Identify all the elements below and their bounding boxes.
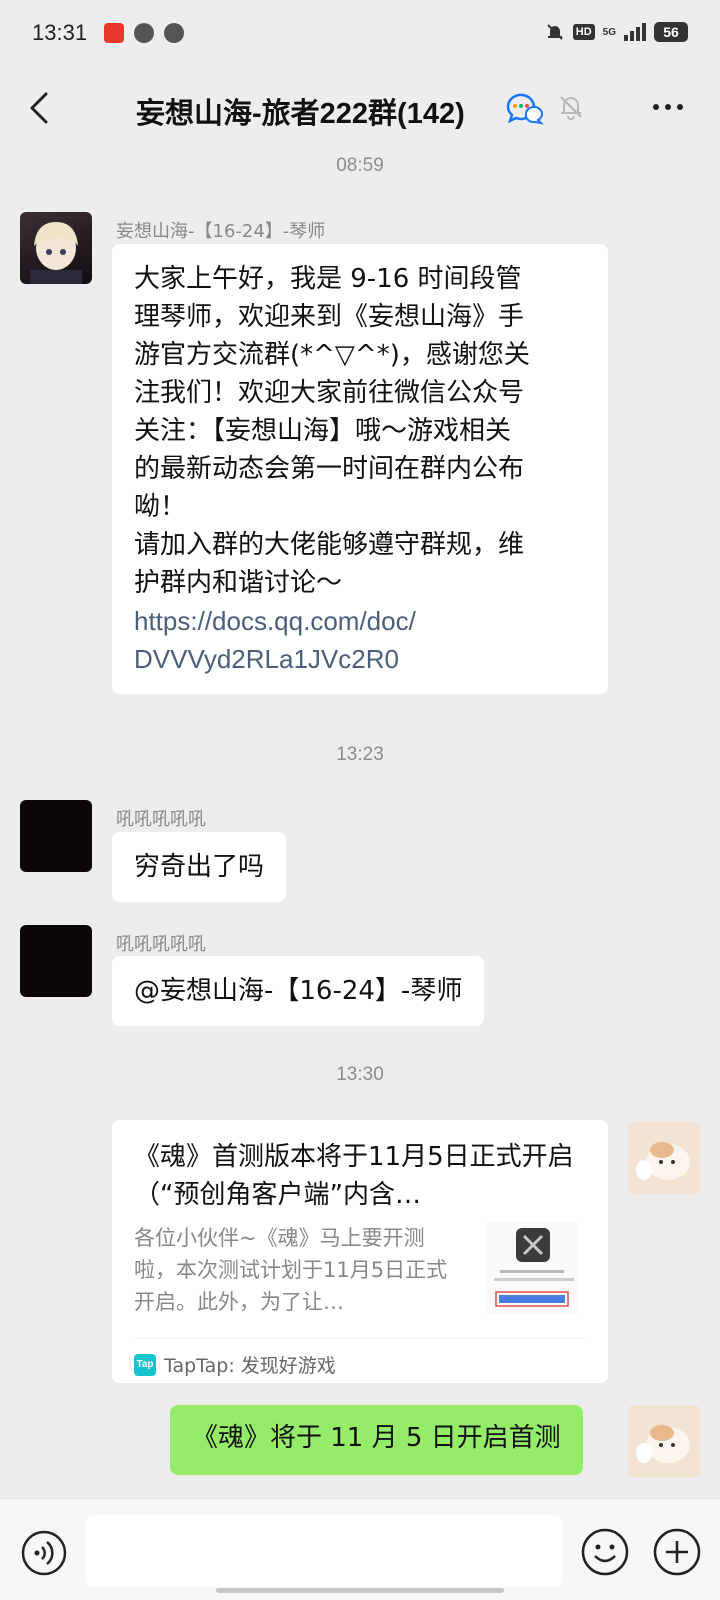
cat-avatar-icon: [628, 1122, 700, 1194]
hd-badge: HD: [572, 24, 595, 40]
timestamp: 13:23: [336, 744, 384, 765]
message-text: 穷奇出了吗: [134, 852, 265, 882]
status-time: 13:31: [32, 20, 88, 45]
group-chat-icon[interactable]: [504, 90, 544, 126]
avatar[interactable]: [20, 800, 92, 872]
card-source-label: TapTap: 发现好游戏: [164, 1355, 336, 1377]
avatar[interactable]: [20, 212, 92, 284]
message-line: 理琴师，欢迎来到《妄想山海》手: [134, 302, 525, 332]
message-text: @妄想山海-【16-24】-琴师: [134, 976, 463, 1006]
message-line: 的最新动态会第一时间在群内公布: [134, 454, 525, 484]
signal-icon: [624, 23, 646, 41]
message-bubble[interactable]: 大家上午好，我是 9-16 时间段管 理琴师，欢迎来到《妄想山海》手 游官方交流…: [112, 244, 608, 694]
notification-app-icon: [104, 23, 124, 43]
card-body: 各位小伙伴~《魂》马上要开测啦，本次测试计划于11月5日正式开启。此外，为了让…: [134, 1222, 586, 1320]
message-line: 呦！: [134, 492, 187, 522]
avatar[interactable]: [20, 925, 92, 997]
game-thumbnail-icon: [486, 1222, 578, 1314]
own-message-bubble[interactable]: 《魂》将于 11 月 5 日开启首测: [170, 1405, 583, 1475]
message-text: 《魂》将于 11 月 5 日开启首测: [192, 1423, 561, 1453]
back-arrow-icon[interactable]: [22, 88, 62, 128]
anime-avatar-icon: [30, 222, 82, 284]
message-line: 请加入群的大佬能够遵守群规，维: [134, 530, 525, 560]
muted-bell-icon: [560, 96, 582, 120]
own-avatar[interactable]: [628, 1405, 700, 1477]
input-bar: [0, 1498, 720, 1600]
doc-link-continued[interactable]: DVVVyd2RLa1JVc2R0: [134, 640, 586, 678]
message-line: 游官方交流群(*^▽^*)，感谢您关: [134, 340, 530, 370]
card-title: 《魂》首测版本将于11月5日正式开启（“预创角客户端”内含…: [134, 1142, 574, 1210]
doc-link[interactable]: https://docs.qq.com/doc/: [134, 602, 586, 640]
message-line: 护群内和谐讨论～: [134, 568, 343, 598]
message-input[interactable]: [86, 1515, 562, 1587]
own-avatar[interactable]: [628, 1122, 700, 1194]
battery-level: 56: [654, 22, 688, 42]
message-bubble[interactable]: @妄想山海-【16-24】-琴师: [112, 956, 485, 1026]
status-bar: 13:31 HD 5G 56: [0, 0, 720, 70]
chat-title[interactable]: 妄想山海-旅者222群(142): [136, 90, 465, 132]
network-type: 5G: [602, 26, 616, 38]
timestamp: 13:30: [336, 1064, 384, 1085]
voice-input-icon[interactable]: [20, 1529, 68, 1577]
timestamp: 08:59: [336, 155, 384, 176]
message-bubble[interactable]: 穷奇出了吗: [112, 832, 287, 902]
home-indicator[interactable]: [216, 1588, 504, 1593]
card-thumbnail: [486, 1222, 578, 1314]
message-line: 大家上午好，我是 9-16 时间段管: [134, 264, 522, 294]
card-description: 各位小伙伴~《魂》马上要开测啦，本次测试计划于11月5日正式开启。此外，为了让…: [134, 1226, 448, 1314]
taptap-logo-icon: Tap: [134, 1353, 156, 1376]
message-line: 注我们！欢迎大家前往微信公众号: [134, 378, 525, 408]
chat-header: 妄想山海-旅者222群(142): [0, 70, 720, 150]
emoji-icon[interactable]: [580, 1527, 630, 1577]
more-options-icon[interactable]: [648, 92, 688, 122]
mute-bell-icon: [547, 24, 563, 40]
card-source: Tap TapTap: 发现好游戏: [134, 1338, 586, 1378]
plus-icon[interactable]: [652, 1527, 702, 1577]
cat-avatar-icon: [628, 1405, 700, 1477]
audio-icon: [164, 23, 184, 43]
sender-name: 吼吼吼吼吼: [116, 809, 206, 830]
status-indicators: HD 5G 56: [545, 22, 688, 42]
link-card[interactable]: 《魂》首测版本将于11月5日正式开启（“预创角客户端”内含… 各位小伙伴~《魂》…: [112, 1120, 608, 1383]
sender-name: 妄想山海-【16-24】-琴师: [116, 221, 326, 242]
message-line: 关注：【妄想山海】哦～游戏相关: [134, 416, 512, 446]
sender-name: 吼吼吼吼吼: [116, 934, 206, 955]
compass-icon: [134, 23, 154, 43]
